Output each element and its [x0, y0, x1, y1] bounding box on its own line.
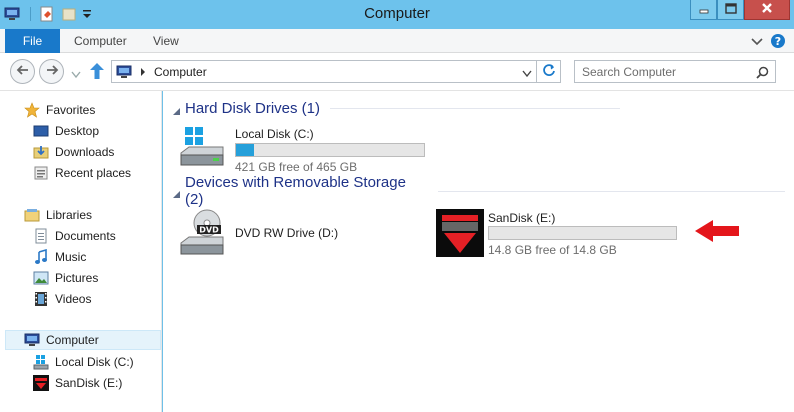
storage-usage-bar: [235, 143, 425, 157]
star-icon: [24, 102, 40, 118]
up-arrow-icon[interactable]: [89, 62, 105, 83]
pictures-icon: [33, 270, 49, 286]
breadcrumb-computer[interactable]: Computer: [154, 65, 207, 79]
sidebar-item-downloads[interactable]: Downloads: [33, 142, 114, 162]
recent-places-icon: [33, 165, 49, 181]
storage-usage-fill: [236, 144, 254, 156]
collapse-chevron-icon[interactable]: [173, 186, 181, 203]
svg-text:?: ?: [775, 35, 781, 48]
group-divider: [330, 107, 621, 109]
computer-icon: [116, 65, 132, 79]
tab-computer[interactable]: Computer: [74, 29, 127, 53]
sidebar-item-label: Pictures: [55, 271, 99, 285]
tab-view[interactable]: View: [153, 29, 179, 53]
desktop-icon: [33, 123, 49, 139]
recent-locations-icon[interactable]: [71, 68, 81, 82]
refresh-icon: [542, 63, 556, 80]
sidebar-item-label: Videos: [55, 292, 92, 306]
window-title: Computer: [364, 5, 430, 22]
drive-dvd-rw[interactable]: DVD DVD RW Drive (D:): [179, 209, 379, 257]
tab-file[interactable]: File: [5, 29, 60, 53]
expand-ribbon-icon[interactable]: [750, 36, 764, 50]
sidebar-item-pictures[interactable]: Pictures: [33, 268, 98, 288]
sidebar-item-label: Desktop: [55, 124, 100, 138]
drive-free-space: 421 GB free of 465 GB: [235, 160, 358, 174]
storage-usage-bar: [488, 226, 677, 240]
group-title: Devices with Removable Storage (2): [185, 174, 406, 208]
search-input[interactable]: [575, 61, 750, 82]
sidebar-item-label: Downloads: [55, 145, 115, 159]
music-icon: [33, 249, 49, 265]
dvd-label: DVD: [199, 226, 219, 235]
computer-icon: [24, 332, 40, 348]
usb-drive-icon: [436, 209, 484, 260]
sidebar-item-label: Documents: [55, 229, 116, 243]
search-icon[interactable]: [756, 66, 769, 82]
title-bar: Computer: [0, 0, 794, 29]
group-title: Hard Disk Drives (1): [185, 99, 321, 117]
drive-name: SanDisk (E:): [488, 211, 556, 225]
navigation-bar: Computer: [0, 53, 794, 91]
help-icon[interactable]: ?: [770, 33, 786, 52]
sidebar-item-music[interactable]: Music: [33, 247, 86, 267]
sidebar-item-label: Libraries: [46, 208, 93, 222]
collapse-chevron-icon[interactable]: [173, 103, 181, 120]
breadcrumb-separator-icon[interactable]: [140, 65, 148, 79]
minimize-icon: [699, 3, 709, 17]
drive-sandisk[interactable]: SanDisk (E:) 14.8 GB free of 14.8 GB: [436, 209, 696, 257]
maximize-icon: [724, 2, 737, 17]
downloads-icon: [33, 144, 49, 160]
address-dropdown-icon[interactable]: [522, 67, 532, 81]
usb-drive-icon: [33, 375, 49, 391]
group-header-hard-disk-drives[interactable]: Hard Disk Drives (1): [173, 98, 785, 118]
drive-name: DVD RW Drive (D:): [235, 226, 339, 240]
back-button[interactable]: [10, 59, 35, 84]
videos-icon: [33, 291, 49, 307]
dvd-drive-icon: DVD: [179, 209, 227, 260]
content-pane: Hard Disk Drives (1) Local Disk (C:) 421…: [163, 91, 794, 412]
local-disk-icon: [33, 354, 49, 370]
group-divider: [437, 190, 785, 192]
sidebar-item-favorites[interactable]: Favorites: [24, 100, 95, 120]
libraries-icon: [24, 207, 40, 223]
sidebar-item-label: SanDisk (E:): [55, 376, 123, 390]
sidebar-item-libraries[interactable]: Libraries: [24, 205, 92, 225]
local-disk-icon: [179, 125, 227, 172]
red-arrow-annotation: [694, 219, 740, 246]
documents-icon: [33, 228, 49, 244]
sidebar-item-documents[interactable]: Documents: [33, 226, 116, 246]
ribbon-tabs: File Computer View ?: [0, 29, 794, 53]
sidebar-item-label: Computer: [46, 333, 99, 347]
sidebar-item-computer[interactable]: Computer: [5, 330, 161, 350]
search-box: [574, 60, 776, 83]
sidebar-item-label: Recent places: [55, 166, 132, 180]
sidebar-item-label: Favorites: [46, 103, 96, 117]
sidebar-item-local-disk[interactable]: Local Disk (C:): [33, 352, 134, 372]
drive-free-space: 14.8 GB free of 14.8 GB: [488, 243, 617, 257]
address-bar[interactable]: Computer: [111, 60, 537, 83]
sidebar-item-label: Local Disk (C:): [55, 355, 134, 369]
refresh-button[interactable]: [537, 60, 561, 83]
sidebar-item-videos[interactable]: Videos: [33, 289, 91, 309]
maximize-button[interactable]: [717, 0, 744, 20]
close-icon: [761, 2, 773, 17]
minimize-button[interactable]: [690, 0, 717, 20]
navigation-pane: Favorites Desktop Downloads Recent place…: [0, 91, 162, 412]
drive-local-disk[interactable]: Local Disk (C:) 421 GB free of 465 GB: [179, 125, 439, 174]
sidebar-item-label: Music: [55, 250, 87, 264]
back-arrow-icon: [16, 64, 30, 79]
sidebar-item-sandisk[interactable]: SanDisk (E:): [33, 373, 122, 393]
ribbon-controls: ?: [750, 33, 786, 52]
group-header-removable-storage[interactable]: Devices with Removable Storage (2): [173, 174, 785, 208]
sidebar-item-recent-places[interactable]: Recent places: [33, 163, 131, 183]
drive-name: Local Disk (C:): [235, 127, 314, 141]
forward-arrow-icon: [45, 64, 59, 79]
sidebar-item-desktop[interactable]: Desktop: [33, 121, 99, 141]
close-button[interactable]: [744, 0, 790, 20]
forward-button[interactable]: [39, 59, 64, 84]
